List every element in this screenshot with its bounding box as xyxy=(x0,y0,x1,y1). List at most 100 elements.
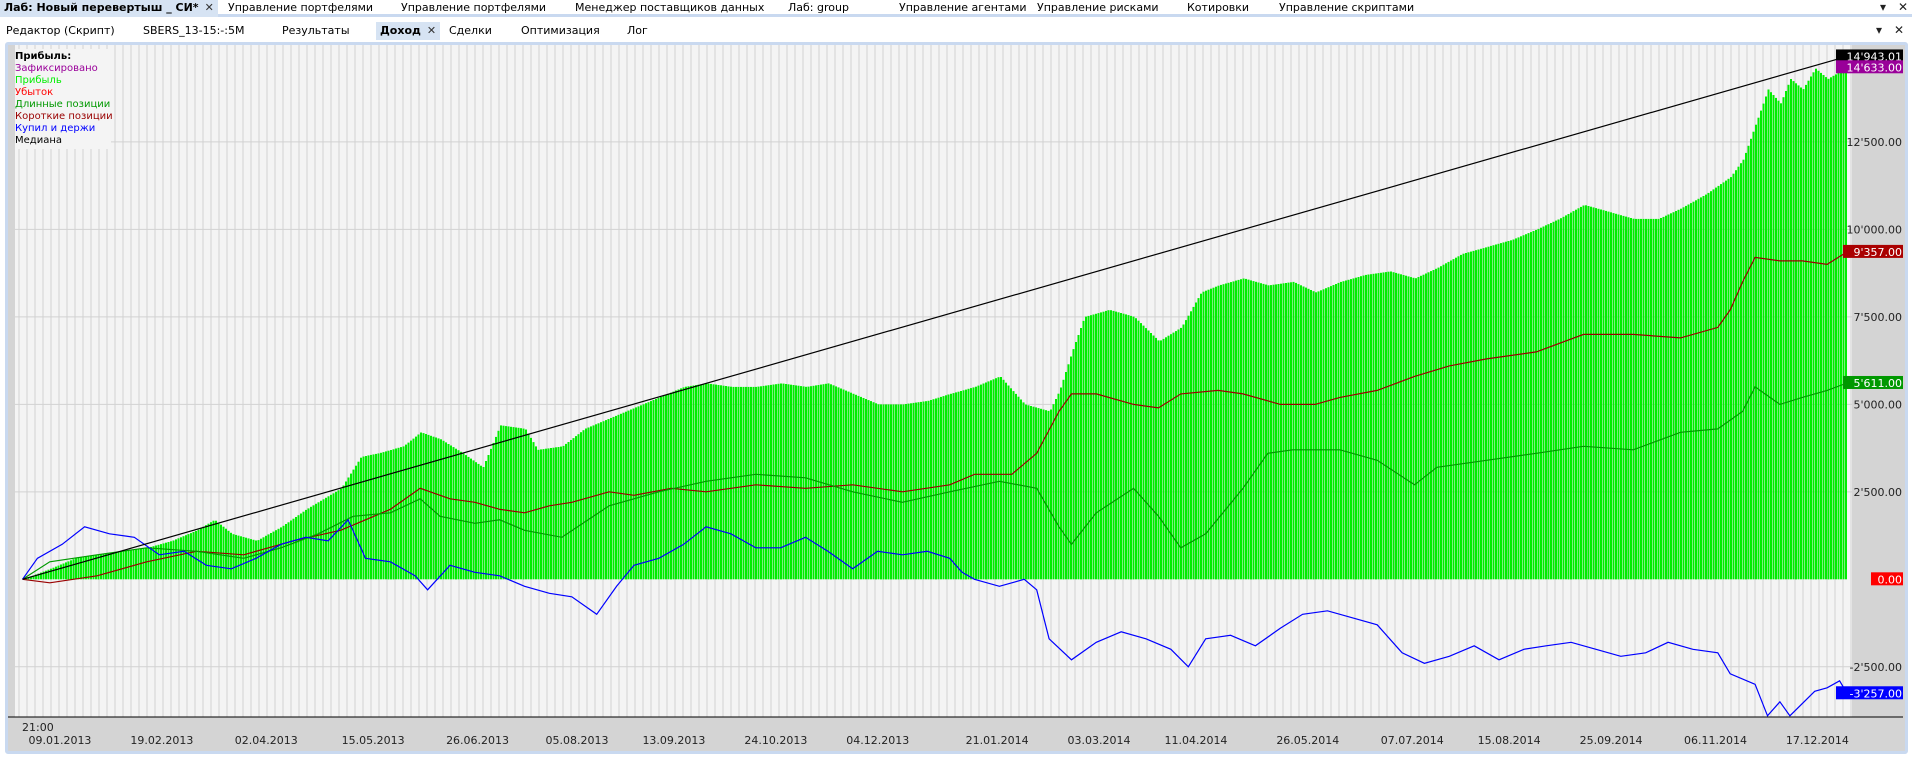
legend-median: Медиана xyxy=(15,135,62,146)
legend-long: Длинные позиции xyxy=(15,99,111,110)
profit-bar xyxy=(410,440,412,580)
profit-bar xyxy=(507,426,510,580)
profit-bar xyxy=(1657,218,1660,580)
profit-bar xyxy=(1672,212,1675,580)
profit-bar xyxy=(1717,185,1720,580)
profit-bar xyxy=(1330,286,1332,580)
profit-bar xyxy=(1090,315,1092,580)
profit-bar xyxy=(1187,315,1190,580)
profit-bar xyxy=(1120,313,1122,580)
profit-bar xyxy=(1545,225,1547,580)
profit-bar xyxy=(1607,211,1610,580)
profit-bar xyxy=(245,537,247,580)
profit-bar xyxy=(585,428,587,580)
profit-bar xyxy=(780,383,782,580)
profit-bar xyxy=(1365,274,1367,580)
profit-bar xyxy=(1732,173,1735,580)
profit-bar xyxy=(265,535,267,580)
profit-bar xyxy=(1647,218,1650,580)
profit-bar xyxy=(117,551,120,580)
profit-bar xyxy=(1487,246,1490,580)
legend-loss: Убыток xyxy=(15,87,54,98)
profit-bar xyxy=(1682,207,1685,580)
profit-bar xyxy=(1280,283,1282,580)
value-badge-label: 9'357.00 xyxy=(1853,246,1902,259)
profit-bar xyxy=(1597,208,1600,580)
profit-bar xyxy=(590,426,592,580)
profit-bar xyxy=(1372,273,1375,580)
profit-bar xyxy=(1667,214,1670,580)
legend-buy-hold: Купил и держи xyxy=(15,123,96,134)
profit-bar xyxy=(1812,72,1815,580)
profit-bar xyxy=(1437,267,1440,580)
profit-bar xyxy=(1292,281,1295,580)
profit-bar xyxy=(1207,289,1210,580)
profit-bar xyxy=(1110,310,1112,580)
profit-bar xyxy=(342,485,345,580)
profit-bar xyxy=(367,455,370,580)
profit-bar xyxy=(207,523,210,580)
profit-bar xyxy=(1767,89,1770,580)
profit-bar xyxy=(1705,194,1707,580)
profit-bar xyxy=(605,420,607,580)
profit-bar xyxy=(310,506,312,580)
profit-bar xyxy=(1400,274,1402,580)
profit-bar xyxy=(1462,253,1465,580)
profit-bar xyxy=(52,567,55,580)
profit-bar xyxy=(1512,239,1515,580)
profit-bar xyxy=(1515,238,1517,580)
profit-bar xyxy=(647,402,650,580)
profit-bar xyxy=(1710,191,1712,580)
profit-bar xyxy=(807,386,810,580)
profit-bar xyxy=(1567,214,1570,580)
profit-bar xyxy=(802,386,805,580)
profit-bar xyxy=(1507,241,1510,580)
profit-bar xyxy=(562,445,565,580)
profit-bar xyxy=(485,461,487,580)
profit-bar xyxy=(192,532,195,580)
profit-bar xyxy=(972,387,975,580)
profit-bar xyxy=(425,434,427,580)
profit-bar xyxy=(1305,287,1307,580)
profit-bar xyxy=(1757,117,1760,580)
profit-bar xyxy=(385,451,387,580)
legend-realized: Зафиксировано xyxy=(15,63,98,74)
profit-bar xyxy=(1635,218,1637,580)
profit-bar xyxy=(552,447,555,580)
x-tick-label: 25.09.2014 xyxy=(1580,734,1643,747)
profit-bar xyxy=(395,448,397,580)
profit-bar xyxy=(542,449,545,580)
profit-bar xyxy=(715,384,717,580)
profit-bar xyxy=(980,384,982,580)
profit-bar xyxy=(455,448,457,580)
profit-bar xyxy=(1227,282,1230,580)
profit-bar xyxy=(1382,272,1385,580)
profit-bar xyxy=(512,427,515,580)
profit-bar xyxy=(1497,243,1500,580)
profit-bar xyxy=(1610,212,1612,580)
profit-bar xyxy=(105,553,107,580)
profit-bar xyxy=(50,568,52,580)
profit-bar xyxy=(777,383,780,580)
profit-bar xyxy=(935,398,937,580)
profit-bar xyxy=(1622,215,1625,580)
x-tick-label: 26.05.2014 xyxy=(1276,734,1339,747)
profit-bar xyxy=(1800,87,1802,580)
profit-bar xyxy=(1575,209,1577,580)
profit-bar xyxy=(682,387,685,580)
profit-bar xyxy=(1270,285,1272,580)
profit-bar xyxy=(327,496,330,580)
profit-bar xyxy=(460,451,462,580)
income-chart[interactable]: 12'500.00 10'000.00 7'500.00 5'000.00 2'500.… xyxy=(0,0,1912,758)
profit-bar xyxy=(1680,208,1682,580)
profit-bar xyxy=(197,529,200,580)
profit-bar xyxy=(652,400,655,580)
profit-bar xyxy=(625,411,627,580)
profit-bar xyxy=(1747,145,1750,580)
x-tick-label: 02.04.2013 xyxy=(235,734,298,747)
profit-bar xyxy=(1005,382,1007,580)
profit-bar xyxy=(695,385,697,580)
profit-bar xyxy=(1542,226,1545,580)
profit-bar xyxy=(535,446,537,580)
profit-bar xyxy=(1255,281,1257,580)
